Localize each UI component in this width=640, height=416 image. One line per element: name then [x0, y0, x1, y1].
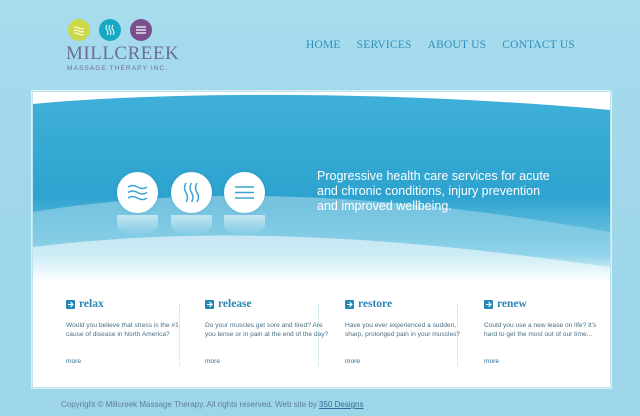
arrow-right-icon [66, 299, 75, 309]
footer: Copyright © Millcreek Massage Therapy. A… [61, 400, 363, 409]
more-link[interactable]: more [345, 358, 360, 365]
column-title-text: restore [358, 298, 393, 310]
column-renew: renew Could you use a new lease on life?… [484, 298, 609, 370]
brand-tagline: Massage Therapy Inc. [67, 65, 169, 72]
brand-name: Millcreek [66, 43, 180, 64]
icon-reflection [117, 215, 158, 235]
more-link[interactable]: more [66, 358, 81, 365]
footer-copyright: Copyright © Millcreek Massage Therapy. A… [61, 400, 319, 409]
hero-tagline: Progressive health care services for acu… [317, 169, 550, 213]
content-card: Progressive health care services for acu… [32, 91, 611, 388]
waves-horizontal-icon [117, 172, 158, 213]
more-link[interactable]: more [205, 358, 220, 365]
column-relax: relax Would you believe that stress is t… [66, 298, 191, 370]
nav-about-us[interactable]: ABOUT US [428, 39, 487, 51]
column-body: Would you believe that stress is the #1 … [66, 322, 179, 338]
column-title[interactable]: relax [66, 298, 191, 310]
logo-lines-icon [130, 19, 152, 41]
icon-reflection [171, 215, 212, 235]
column-body: Have you ever experienced a sudden, shar… [345, 322, 461, 338]
column-title[interactable]: restore [345, 298, 470, 310]
hero-icon-group [117, 172, 267, 252]
waves-vertical-icon [171, 172, 212, 213]
column-title-text: renew [497, 298, 527, 310]
arrow-right-icon [345, 299, 354, 309]
service-columns: relax Would you believe that stress is t… [33, 298, 610, 378]
arrow-right-icon [484, 299, 493, 309]
arrow-right-icon [205, 299, 214, 309]
column-restore: restore Have you ever experienced a sudd… [345, 298, 470, 370]
column-title-text: relax [79, 298, 104, 310]
hero-banner: Progressive health care services for acu… [33, 92, 610, 282]
logo[interactable]: Millcreek Massage Therapy Inc. [66, 19, 186, 73]
logo-vertical-waves-icon [99, 19, 121, 41]
main-nav: HOME SERVICES ABOUT US CONTACT US [306, 39, 575, 51]
logo-waves-icon [68, 19, 90, 41]
column-release: release Do your muscles get sore and tir… [205, 298, 330, 370]
column-title-text: release [218, 298, 252, 310]
column-title[interactable]: renew [484, 298, 609, 310]
logo-dots [68, 19, 158, 41]
column-body: Do your muscles get sore and tired? Are … [205, 322, 329, 338]
column-body: Could you use a new lease on life? It's … [484, 322, 597, 338]
footer-credit-link[interactable]: 350 Designs [319, 400, 363, 409]
icon-reflection [224, 215, 265, 235]
lines-icon [224, 172, 265, 213]
nav-contact-us[interactable]: CONTACT US [502, 39, 575, 51]
nav-services[interactable]: SERVICES [357, 39, 412, 51]
nav-home[interactable]: HOME [306, 39, 341, 51]
column-title[interactable]: release [205, 298, 330, 310]
more-link[interactable]: more [484, 358, 499, 365]
